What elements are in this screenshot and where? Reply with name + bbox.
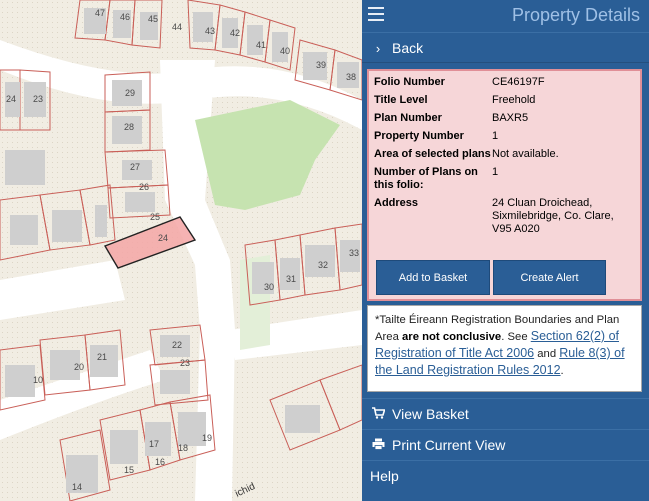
info-label: Title Level <box>374 94 428 106</box>
map-canvas[interactable]: 47 46 45 44 43 42 41 40 39 38 24 23 29 28 27 26 25 24 32 33… <box>0 0 362 501</box>
info-value: Not available. <box>492 148 559 160</box>
disclaimer-end: . <box>560 365 564 377</box>
add-to-basket-button[interactable]: Add to Basket <box>376 260 490 295</box>
disclaimer-bold: are not conclusive <box>402 331 502 343</box>
info-row-number-of-plans: Number of Plans on this folio: 1 <box>374 166 636 192</box>
plot-number-42: 42 <box>230 28 240 38</box>
back-button[interactable]: › Back <box>362 32 649 63</box>
road-name-label: ichid <box>234 481 257 500</box>
plot-number-23: 23 <box>180 358 190 368</box>
info-value: 1 <box>492 166 499 178</box>
plot-number-18: 18 <box>178 443 188 453</box>
plot-number-40: 40 <box>280 46 290 56</box>
plot-number-43: 43 <box>205 26 215 36</box>
plot-number-15: 15 <box>124 465 134 475</box>
green-area <box>195 100 340 210</box>
plot-number-17: 17 <box>149 439 159 449</box>
plot-number-20: 20 <box>74 362 84 372</box>
printer-icon <box>370 430 386 461</box>
property-details-panel: Property Details › Back Folio Number CE46… <box>362 0 649 501</box>
road-side-west <box>0 260 125 320</box>
selected-plot-24[interactable] <box>103 216 197 269</box>
info-label: Address <box>374 197 419 209</box>
plot-number-24: 24 <box>158 233 168 243</box>
plot-number-26: 26 <box>139 182 149 192</box>
plot-number-27: 27 <box>130 162 140 172</box>
info-row-address: Address 24 Cluan Droichead, Sixmilebridg… <box>374 197 636 236</box>
info-label: Folio Number <box>374 76 445 88</box>
plot-number-45: 45 <box>148 14 158 24</box>
print-view-label: Print Current View <box>392 437 506 453</box>
plot-number-19: 19 <box>202 433 212 443</box>
plot-number-44: 44 <box>172 22 182 32</box>
plot-number-10: 10 <box>33 375 43 385</box>
property-info-table: Folio Number CE46197F Title Level Freeho… <box>374 76 636 241</box>
plot-number-21: 21 <box>97 352 107 362</box>
info-value: Freehold <box>492 94 536 106</box>
disclaimer-and: and <box>534 348 560 360</box>
info-row-folio-number: Folio Number CE46197F <box>374 76 636 89</box>
info-label: Number of Plans on this folio: <box>374 166 478 191</box>
info-label: Area of selected plans <box>374 148 491 160</box>
info-row-plan-number: Plan Number BAXR5 <box>374 112 636 125</box>
map-view[interactable]: 47 46 45 44 43 42 41 40 39 38 24 23 29 28 27 26 25 24 32 33… <box>0 0 362 501</box>
plot-number-46: 46 <box>120 12 130 22</box>
view-basket-button[interactable]: View Basket <box>362 398 649 429</box>
plot-number-38: 38 <box>346 72 356 82</box>
plot-number-24: 24 <box>6 94 16 104</box>
cart-icon <box>370 399 386 430</box>
info-row-title-level: Title Level Freehold <box>374 94 636 107</box>
back-label: Back <box>392 40 424 56</box>
property-info-box: Folio Number CE46197F Title Level Freeho… <box>367 69 642 301</box>
panel-title: Property Details <box>511 5 640 25</box>
info-value: 24 Cluan Droichead, Sixmilebridge, Co. C… <box>492 197 614 235</box>
help-label: Help <box>370 468 399 484</box>
view-basket-label: View Basket <box>392 406 469 422</box>
plot-number-47: 47 <box>95 8 105 18</box>
plot-number-28: 28 <box>124 122 134 132</box>
plot-number-16: 16 <box>155 457 165 467</box>
plot-number-39: 39 <box>316 60 326 70</box>
help-button[interactable]: Help <box>362 460 649 491</box>
plot-number-30: 30 <box>264 282 274 292</box>
disclaimer-mid: . See <box>501 331 531 343</box>
plot-number-32: 32 <box>318 260 328 270</box>
plot-number-22: 22 <box>172 340 182 350</box>
info-value: BAXR5 <box>492 112 529 124</box>
plot-number-29: 29 <box>125 88 135 98</box>
info-value: 1 <box>492 130 499 142</box>
create-alert-button[interactable]: Create Alert <box>493 260 606 295</box>
info-row-area: Area of selected plans Not available. <box>374 148 636 161</box>
menu-icon[interactable] <box>368 7 384 21</box>
plot-number-31: 31 <box>286 274 296 284</box>
plot-number-14: 14 <box>72 482 82 492</box>
plot-number-41: 41 <box>256 40 266 50</box>
info-label: Property Number <box>374 130 464 142</box>
info-row-property-number: Property Number 1 <box>374 130 636 143</box>
info-label: Plan Number <box>374 112 442 124</box>
print-current-view-button[interactable]: Print Current View <box>362 429 649 460</box>
chevron-right-icon: › <box>375 41 381 56</box>
plot-number-23: 23 <box>33 94 43 104</box>
plot-number-25: 25 <box>150 212 160 222</box>
disclaimer-box: *Tailte Éireann Registration Boundaries … <box>367 305 642 392</box>
info-value: CE46197F <box>492 76 545 88</box>
panel-header: Property Details <box>362 0 649 32</box>
plot-number-33: 33 <box>349 248 359 258</box>
